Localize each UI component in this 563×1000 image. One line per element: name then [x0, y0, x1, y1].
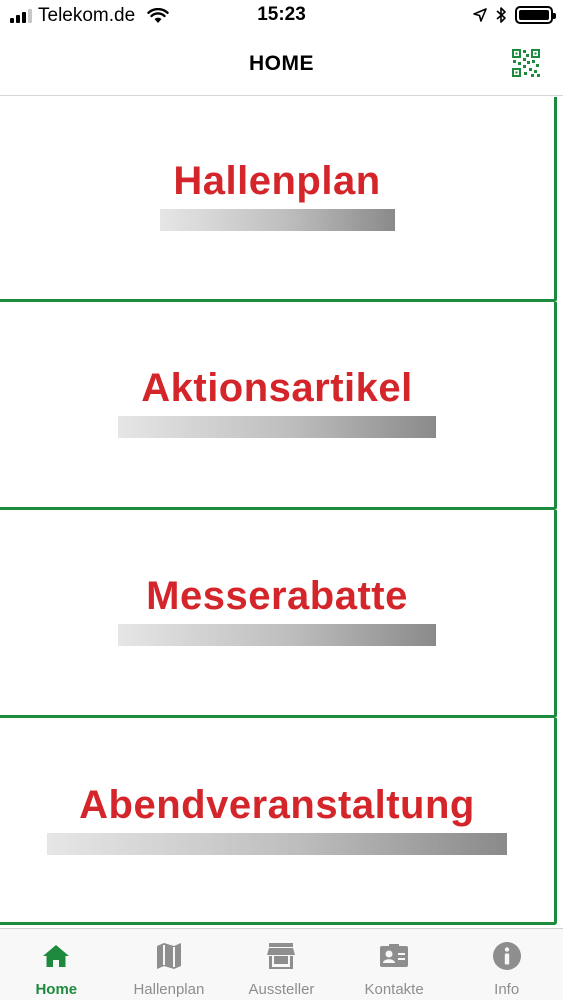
home-menu: Hallenplan Aktionsartikel Messerabatte A… [0, 97, 563, 925]
tile-abendveranstaltung[interactable]: Abendveranstaltung [0, 718, 557, 925]
tab-kontakte[interactable]: Kontakte [338, 929, 451, 1000]
tab-info[interactable]: Info [450, 929, 563, 1000]
tab-label-home: Home [35, 981, 78, 998]
home-icon [41, 941, 71, 971]
tab-bar: Home Hallenplan Aussteller Kontakte Info [0, 928, 563, 1000]
qr-code-icon [512, 49, 540, 77]
bluetooth-icon [496, 7, 506, 23]
tile-label-hallenplan: Hallenplan [173, 159, 381, 203]
battery-level [519, 10, 549, 20]
status-right [473, 6, 556, 24]
tile-label-aktionsartikel: Aktionsartikel [141, 366, 413, 410]
tab-label-info: Info [494, 981, 520, 998]
navigation-bar: HOME [0, 34, 563, 96]
map-icon [154, 941, 184, 971]
tile-label-messerabatte: Messerabatte [146, 574, 408, 618]
tab-home[interactable]: Home [0, 929, 113, 1000]
tab-label-hallenplan: Hallenplan [133, 981, 205, 998]
tab-label-kontakte: Kontakte [364, 981, 424, 998]
tile-underline-bar [47, 833, 507, 855]
tab-hallenplan[interactable]: Hallenplan [113, 929, 226, 1000]
tile-underline-bar [159, 209, 395, 231]
tile-hallenplan[interactable]: Hallenplan [0, 97, 557, 302]
tile-label-abendveranstaltung: Abendveranstaltung [79, 783, 475, 827]
store-icon [266, 941, 296, 971]
tab-label-aussteller: Aussteller [248, 981, 315, 998]
info-icon [492, 941, 522, 971]
qr-scan-button[interactable] [511, 48, 541, 78]
page-title: HOME [249, 52, 314, 75]
contact-card-icon [379, 941, 409, 971]
tab-aussteller[interactable]: Aussteller [225, 929, 338, 1000]
battery-icon [515, 6, 556, 24]
status-bar: Telekom.de 15:23 [0, 0, 563, 34]
tile-messerabatte[interactable]: Messerabatte [0, 510, 557, 718]
tile-underline-bar [118, 416, 436, 438]
tile-underline-bar [118, 624, 436, 646]
location-arrow-icon [473, 8, 487, 22]
tile-aktionsartikel[interactable]: Aktionsartikel [0, 302, 557, 510]
